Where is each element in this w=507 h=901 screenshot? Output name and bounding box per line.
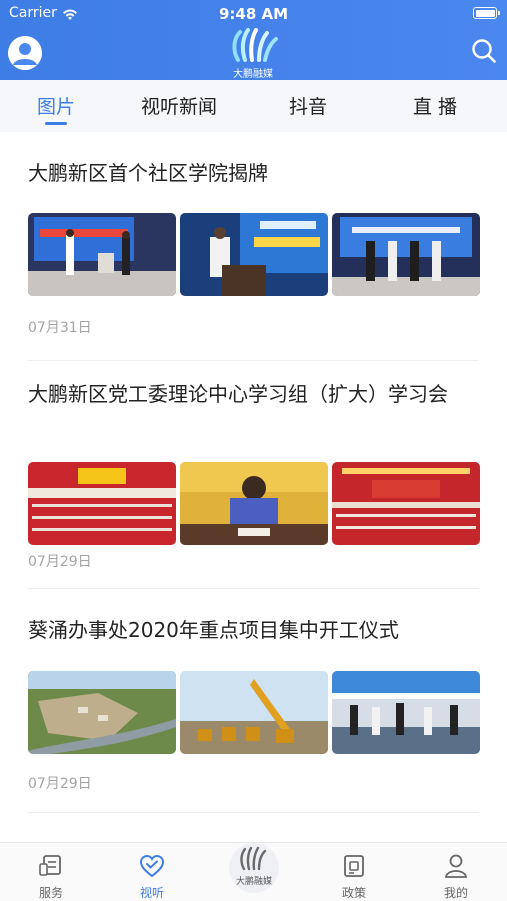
nav-service[interactable]: 服务	[11, 843, 91, 901]
tab-douyin[interactable]: 抖音	[289, 92, 327, 119]
news-thumbnail[interactable]	[180, 671, 328, 754]
policy-icon	[344, 855, 364, 877]
clock: 9:48 AM	[218, 5, 289, 23]
news-date: 07月31日	[28, 320, 92, 336]
news-thumbnail[interactable]	[332, 671, 480, 754]
news-thumbnail[interactable]	[28, 213, 176, 296]
nav-center-logo[interactable]: 大鹏融媒	[229, 843, 279, 893]
heart-icon	[139, 854, 165, 878]
nav-policy[interactable]: 政策	[314, 843, 394, 901]
divider	[28, 812, 479, 813]
status-bar: Carrier 9:48 AM	[0, 0, 507, 28]
news-thumbnail[interactable]	[180, 213, 328, 296]
person-icon	[8, 36, 42, 70]
news-item[interactable]: 大鹏新区党工委理论中心学习组（扩大）学习会 07月29日	[0, 362, 507, 590]
news-date: 07月29日	[28, 554, 92, 570]
news-thumbnail[interactable]	[332, 213, 480, 296]
nav-label: 视听	[139, 886, 164, 900]
bottom-tab-bar: 服务 视听 大鹏融媒 政策 我的	[0, 842, 507, 901]
news-date: 07月29日	[28, 776, 92, 792]
center-logo-label: 大鹏融媒	[235, 877, 272, 887]
news-item[interactable]: 大鹏新区首个社区学院揭牌 07月31日	[0, 132, 507, 362]
news-title[interactable]: 大鹏新区党工委理论中心学习组（扩大）学习会	[28, 376, 483, 412]
person-icon	[444, 854, 468, 878]
news-thumbnail[interactable]	[28, 671, 176, 754]
tab-pictures[interactable]: 图片	[37, 92, 75, 119]
app-header: Carrier 9:48 AM 大鹏融媒	[0, 0, 507, 80]
tab-audio-video-news[interactable]: 视听新闻	[141, 92, 217, 119]
battery-icon	[473, 7, 500, 19]
category-tabs: 图片 视听新闻 抖音 直 播	[0, 80, 507, 132]
center-logo-icon	[240, 846, 267, 871]
service-icon	[39, 855, 61, 876]
nav-mine[interactable]: 我的	[416, 843, 496, 901]
app-logo: 大鹏融媒	[218, 28, 288, 80]
nav-label: 政策	[341, 886, 366, 900]
nav-label: 服务	[38, 886, 63, 900]
news-item[interactable]: 葵涌办事处2020年重点项目集中开工仪式 07月29日	[0, 590, 507, 830]
news-thumbnail[interactable]	[180, 462, 328, 545]
avatar-button[interactable]	[8, 36, 42, 70]
nav-label: 我的	[443, 886, 468, 900]
news-title[interactable]: 大鹏新区首个社区学院揭牌	[28, 155, 483, 191]
divider	[28, 360, 479, 361]
news-title[interactable]: 葵涌办事处2020年重点项目集中开工仪式	[28, 612, 483, 648]
tab-live[interactable]: 直 播	[413, 92, 457, 119]
fan-logo-icon	[232, 28, 278, 62]
nav-audio-video[interactable]: 视听	[112, 843, 192, 901]
news-thumbnail[interactable]	[332, 462, 480, 545]
search-button[interactable]	[471, 38, 497, 68]
news-thumbnail[interactable]	[28, 462, 176, 545]
active-tab-indicator	[45, 122, 67, 125]
divider	[28, 588, 479, 589]
logo-text: 大鹏融媒	[233, 69, 273, 80]
search-icon	[472, 39, 496, 63]
